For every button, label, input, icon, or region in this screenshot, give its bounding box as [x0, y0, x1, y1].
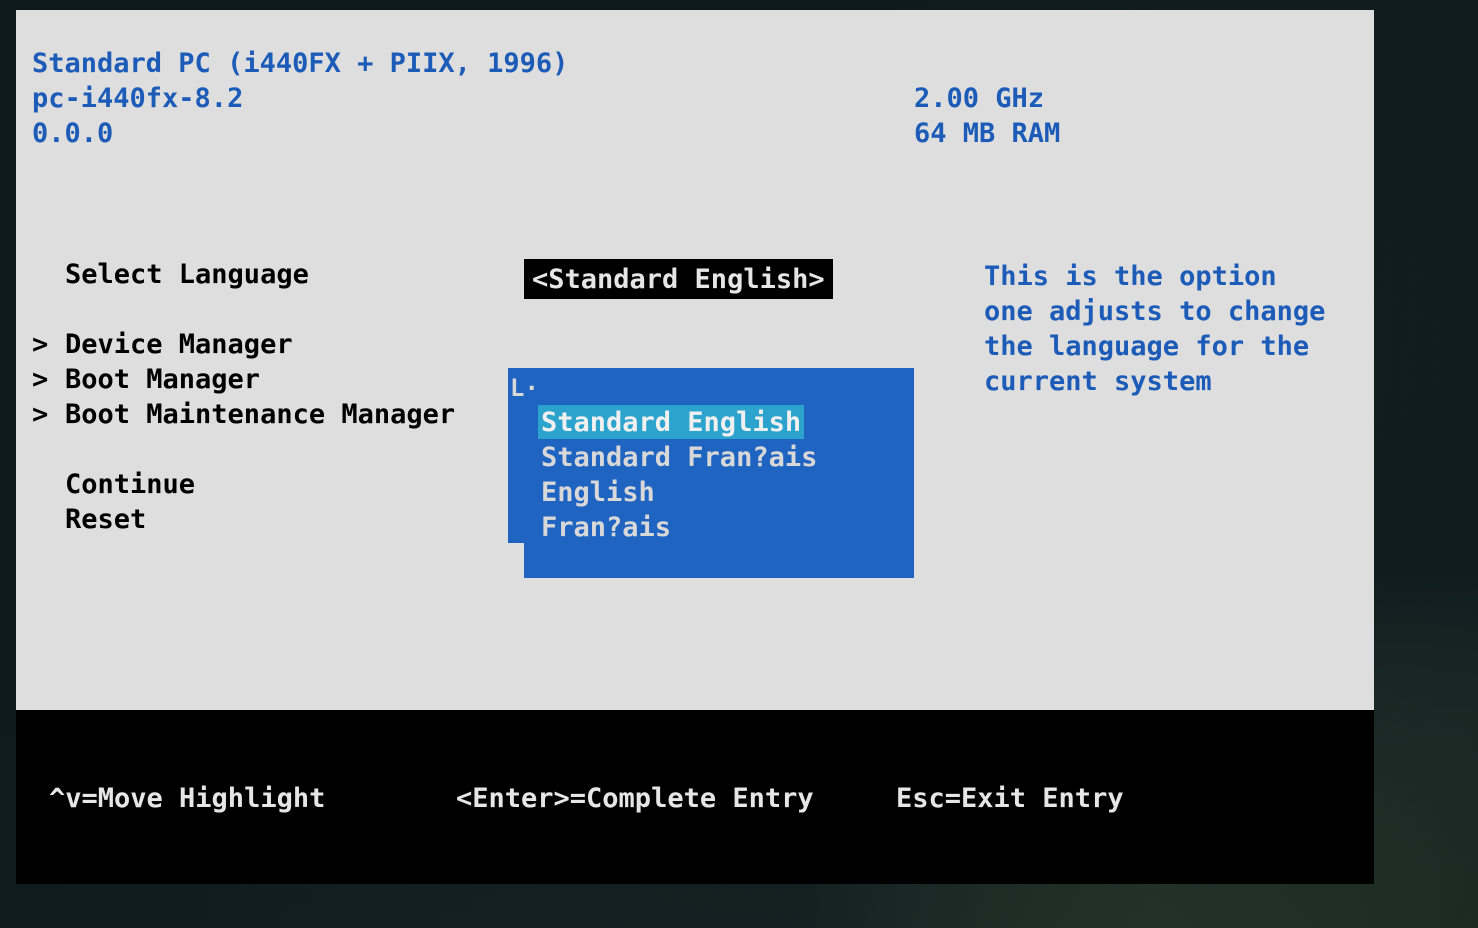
dropdown-option-francais[interactable]: Fran?ais [538, 510, 674, 544]
submenu-arrow-icon: > [32, 329, 49, 360]
dropdown-option-standard-english[interactable]: Standard English [538, 405, 805, 439]
status-key-complete-entry: <Enter>=Complete Entry [456, 783, 814, 814]
menu-item-boot-manager[interactable]: > Boot Manager [32, 364, 260, 395]
menu-item-device-manager-label: Device Manager [65, 329, 293, 360]
status-bar: ^v=Move Highlight <Enter>=Complete Entry… [16, 710, 1374, 884]
menu-item-device-manager[interactable]: > Device Manager [32, 329, 293, 360]
dropdown-corner-marker-icon: L· [510, 374, 539, 402]
setup-console-panel: Standard PC (i440FX + PIIX, 1996) pc-i44… [16, 10, 1374, 710]
bios-version-text: 0.0.0 [32, 118, 114, 149]
menu-item-boot-maintenance-manager-label: Boot Maintenance Manager [65, 399, 456, 430]
select-language-label: Select Language [65, 259, 309, 290]
status-key-move-highlight: ^v=Move Highlight [49, 783, 326, 814]
submenu-arrow-icon: > [32, 364, 49, 395]
help-text: This is the option one adjusts to change… [984, 261, 1326, 397]
language-dropdown-popup[interactable]: L· Standard English Standard Fran?ais En… [508, 368, 914, 578]
memory-size-text: 64 MB RAM [914, 118, 1061, 149]
menu-item-boot-manager-label: Boot Manager [65, 364, 261, 395]
uefi-setup-screen: Standard PC (i440FX + PIIX, 1996) pc-i44… [0, 0, 1478, 928]
menu-item-reset[interactable]: Reset [65, 504, 146, 535]
menu-item-continue[interactable]: Continue [65, 469, 195, 500]
dropdown-option-standard-francais[interactable]: Standard Fran?ais [538, 440, 820, 474]
select-language-value[interactable]: <Standard English> [524, 259, 833, 299]
submenu-arrow-icon: > [32, 399, 49, 430]
dropdown-option-english[interactable]: English [538, 475, 658, 509]
board-name-text: pc-i440fx-8.2 [32, 83, 244, 114]
system-model-text: Standard PC (i440FX + PIIX, 1996) [32, 48, 569, 79]
status-key-exit-entry: Esc=Exit Entry [896, 783, 1124, 814]
menu-item-boot-maintenance-manager[interactable]: > Boot Maintenance Manager [32, 399, 455, 430]
cpu-speed-text: 2.00 GHz [914, 83, 1045, 114]
